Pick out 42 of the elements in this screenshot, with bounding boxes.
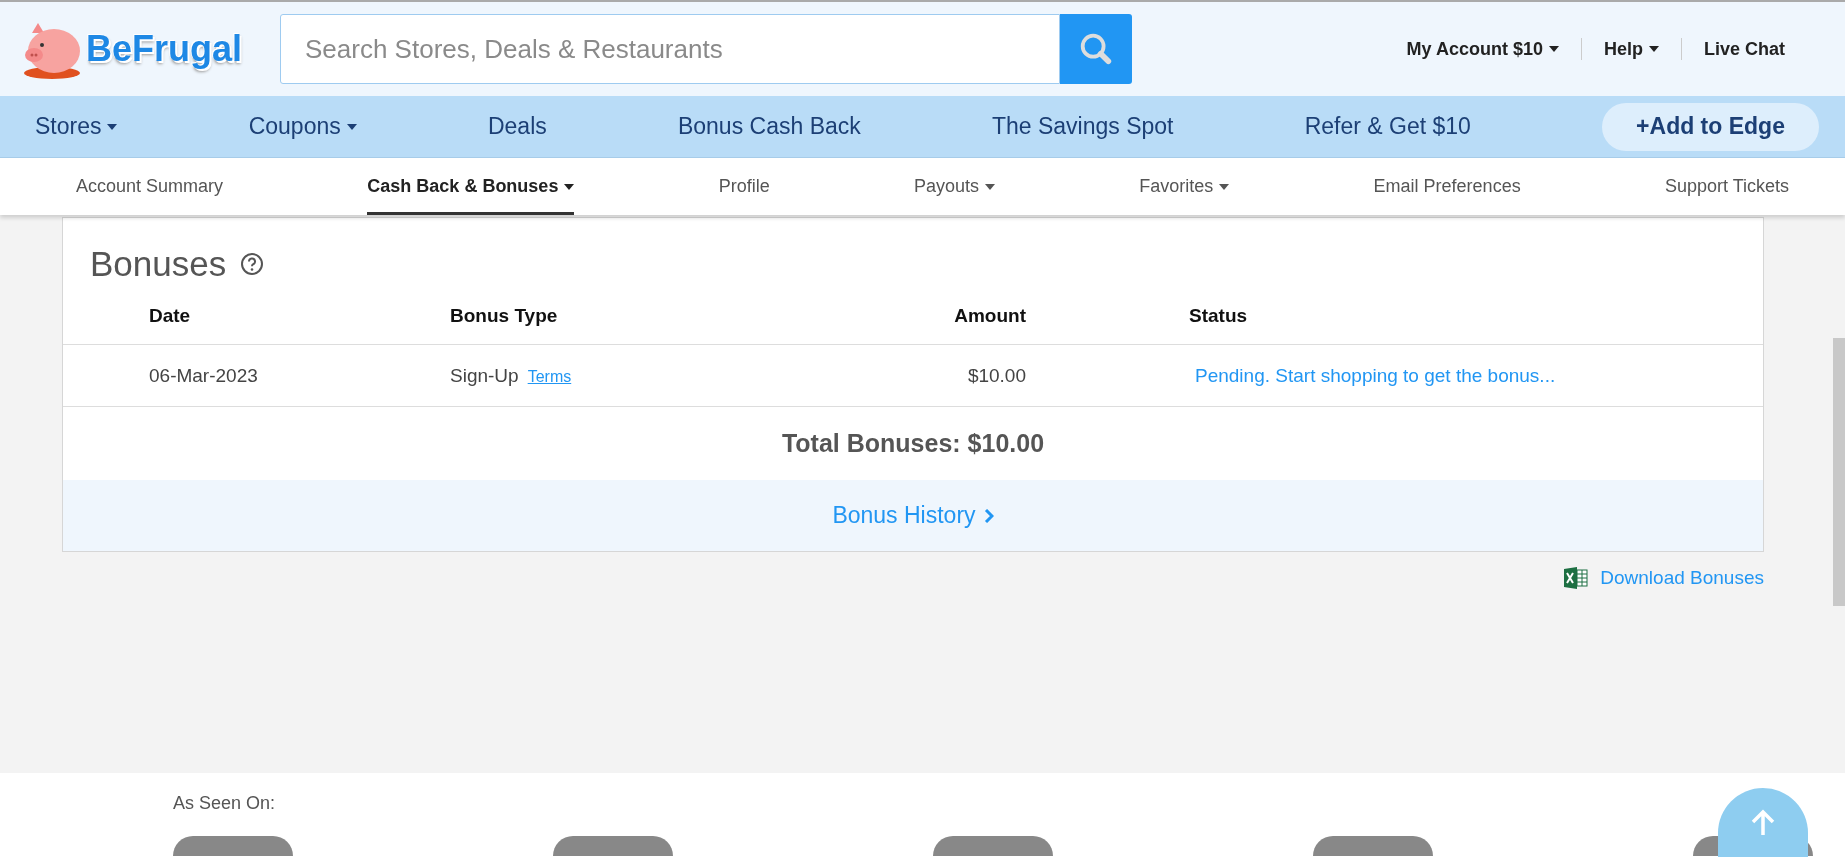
footer-heading: As Seen On: <box>173 793 277 814</box>
chevron-right-icon <box>983 508 994 523</box>
caret-icon <box>1548 46 1559 52</box>
account-tab[interactable]: Account Summary <box>76 158 224 215</box>
column-header: Amount <box>953 305 1026 327</box>
add-to-edge-button[interactable]: +Add to Edge <box>1602 102 1819 151</box>
scroll-to-top-button[interactable] <box>1718 788 1808 857</box>
search-button[interactable] <box>1060 14 1132 84</box>
table-cell-text: $10.00 <box>966 364 1026 387</box>
nav-link[interactable]: The Savings Spot <box>991 113 1174 140</box>
account-link[interactable]: Live Chat <box>1681 38 1785 60</box>
account-tab[interactable]: Payouts <box>913 158 995 215</box>
caret-icon <box>564 183 575 190</box>
caret-icon <box>346 123 357 130</box>
status-text: Pending. Start shopping to get the bonus... <box>1194 364 1557 387</box>
help-icon[interactable] <box>240 252 265 276</box>
spreadsheet-icon <box>1564 567 1589 589</box>
account-tab[interactable]: Profile <box>718 158 770 215</box>
scrollbar-thumb[interactable] <box>1833 338 1845 606</box>
column-header: Bonus Type <box>450 305 559 327</box>
logo-text: BeFrugal <box>86 28 243 70</box>
account-link[interactable]: Help <box>1581 38 1681 60</box>
nav-link[interactable]: Coupons <box>248 113 357 140</box>
caret-icon <box>985 183 995 190</box>
account-tab[interactable]: Support Tickets <box>1664 158 1789 215</box>
nav-link[interactable]: Refer & Get $10 <box>1304 113 1471 140</box>
account-tab[interactable]: Email Preferences <box>1373 158 1521 215</box>
nav-link[interactable]: Stores <box>35 113 118 140</box>
caret-icon <box>1219 183 1230 190</box>
account-link[interactable]: My Account $10 <box>1384 38 1581 60</box>
caret-icon <box>107 123 118 130</box>
section-title: Bonuses <box>90 244 227 284</box>
account-tab[interactable]: Favorites <box>1139 158 1230 215</box>
table-cell: Sign-Up <box>450 364 519 386</box>
nav-link[interactable]: Deals <box>487 113 547 140</box>
column-header: Date <box>149 305 192 327</box>
nav-link[interactable]: Bonus Cash Back <box>677 113 861 140</box>
search-field[interactable]: Search Stores, Deals & Restaurants <box>280 14 1060 84</box>
table-cell-text: 06-Mar-2023 <box>149 364 259 387</box>
total-text: Total Bonuses: $10.00 <box>781 429 1045 458</box>
column-header: Status <box>1188 305 1249 327</box>
caret-icon <box>1648 46 1659 52</box>
